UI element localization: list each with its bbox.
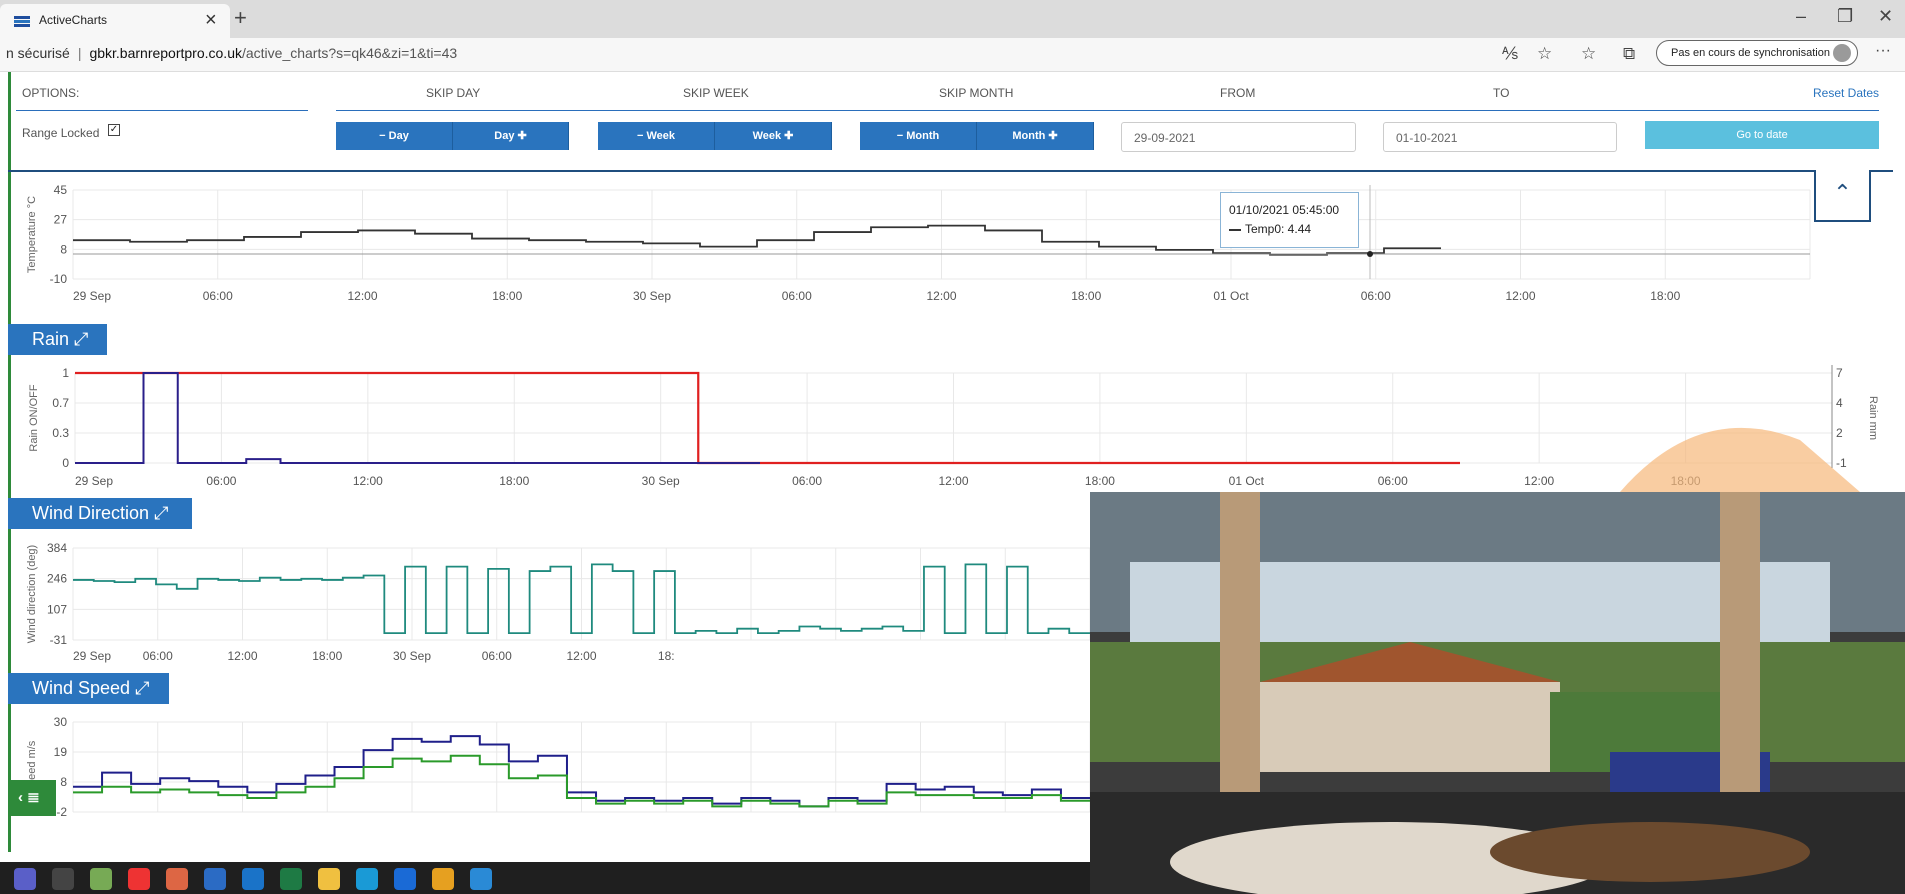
y-tick-label: 0.7 — [52, 396, 69, 410]
y-tick-label: 1 — [62, 366, 69, 380]
edge-icon[interactable] — [356, 868, 378, 890]
y-axis-label: Wind direction (deg) — [26, 545, 38, 643]
y-tick-label: -10 — [50, 272, 68, 286]
y-tick-label: 8 — [60, 775, 67, 789]
x-tick-label: 06:00 — [143, 649, 173, 663]
x-tick-label: 06:00 — [1378, 474, 1408, 488]
internet-explorer-icon[interactable] — [394, 868, 416, 890]
x-tick-label: 06:00 — [782, 289, 812, 303]
windows-taskbar — [0, 862, 1090, 894]
x-tick-label: 12:00 — [1505, 289, 1535, 303]
y-tick-label: 246 — [47, 572, 67, 586]
farm-photo-image — [1090, 492, 1905, 894]
y-tick-label: 19 — [54, 745, 68, 759]
y-axis-label: Rain ON/OFF — [28, 384, 40, 452]
legend-swatch — [1229, 228, 1241, 231]
y-tick-label: 384 — [47, 541, 67, 555]
x-tick-label: 06:00 — [1361, 289, 1391, 303]
y-tick-label: 30 — [54, 715, 68, 729]
y-tick-label: 0 — [62, 456, 69, 470]
y-tick-label: 8 — [60, 242, 67, 256]
y2-tick-label: 2 — [1836, 426, 1843, 440]
x-tick-label: 29 Sep — [73, 289, 111, 303]
x-tick-label: 12:00 — [938, 474, 968, 488]
x-tick-label: 12:00 — [227, 649, 257, 663]
x-tick-label: 12:00 — [347, 289, 377, 303]
wind-speed-title: Wind Speed — [32, 678, 131, 698]
x-tick-label: 18:00 — [312, 649, 342, 663]
x-tick-label: 18:00 — [1071, 289, 1101, 303]
teams-icon[interactable] — [14, 868, 36, 890]
expand-icon[interactable]: ⤢ — [154, 503, 168, 523]
powerpoint-icon[interactable] — [166, 868, 188, 890]
tooltip-point — [1367, 251, 1373, 257]
x-tick-label: 18:00 — [1650, 289, 1680, 303]
expand-icon[interactable]: ⤢ — [135, 678, 149, 698]
y-axis-label: Temperature °C — [26, 196, 38, 273]
x-tick-label: 06:00 — [206, 474, 236, 488]
tooltip-series-value: Temp0: 4.44 — [1245, 222, 1312, 236]
expand-icon[interactable]: ⤢ — [74, 329, 88, 349]
y-tick-label: -2 — [56, 805, 67, 819]
x-tick-label: 29 Sep — [75, 474, 113, 488]
word-icon[interactable] — [204, 868, 226, 890]
y-tick-label: 0.3 — [52, 426, 69, 440]
x-tick-label: 01 Oct — [1213, 289, 1249, 303]
x-tick-label: 18: — [658, 649, 675, 663]
chrome-icon[interactable] — [128, 868, 150, 890]
x-tick-label: 06:00 — [203, 289, 233, 303]
y2-tick-label: 7 — [1836, 366, 1843, 380]
y-tick-label: 27 — [54, 213, 68, 227]
y-tick-label: 107 — [47, 602, 67, 616]
paint-icon[interactable] — [90, 868, 112, 890]
rain-title: Rain — [32, 329, 70, 349]
x-tick-label: 18:00 — [499, 474, 529, 488]
x-tick-label: 12:00 — [926, 289, 956, 303]
wind-speed-panel-header[interactable]: Wind Speed ⤢ — [8, 673, 169, 704]
rain-onoff-line — [75, 371, 1460, 465]
y-tick-label: 45 — [54, 183, 68, 197]
x-tick-label: 18:00 — [492, 289, 522, 303]
sidebar-toggle-button[interactable]: ‹ ≣ — [8, 780, 56, 816]
x-tick-label: 12:00 — [1524, 474, 1554, 488]
rain-mm-line — [75, 372, 760, 464]
x-tick-label: 29 Sep — [73, 649, 111, 663]
y2-axis-label: Rain mm — [1867, 396, 1879, 440]
y-tick-label: -31 — [50, 633, 68, 647]
y2-tick-label: -1 — [1836, 456, 1847, 470]
chrome-canary-icon[interactable] — [432, 868, 454, 890]
wind-direction-panel-header[interactable]: Wind Direction ⤢ — [8, 498, 192, 529]
chart-tooltip: 01/10/2021 05:45:00 Temp0: 4.44 — [1220, 192, 1359, 248]
photos-icon[interactable] — [470, 868, 492, 890]
y2-tick-label: 4 — [1836, 396, 1843, 410]
excel-icon[interactable] — [280, 868, 302, 890]
calculator-icon[interactable] — [52, 868, 74, 890]
x-tick-label: 06:00 — [482, 649, 512, 663]
x-tick-label: 30 Sep — [633, 289, 671, 303]
x-tick-label: 30 Sep — [642, 474, 680, 488]
tooltip-time: 01/10/2021 05:45:00 — [1229, 203, 1340, 217]
file-explorer-icon[interactable] — [318, 868, 340, 890]
x-tick-label: 18:00 — [1085, 474, 1115, 488]
tooltip-series: Temp0: 4.44 — [1229, 222, 1350, 236]
wind-direction-title: Wind Direction — [32, 503, 150, 523]
x-tick-label: 01 Oct — [1229, 474, 1265, 488]
rain-panel-header[interactable]: Rain ⤢ — [8, 324, 107, 355]
x-tick-label: 30 Sep — [393, 649, 431, 663]
x-tick-label: 06:00 — [792, 474, 822, 488]
x-tick-label: 12:00 — [566, 649, 596, 663]
watermark-shape — [1620, 427, 1860, 492]
outlook-icon[interactable] — [242, 868, 264, 890]
x-tick-label: 12:00 — [353, 474, 383, 488]
